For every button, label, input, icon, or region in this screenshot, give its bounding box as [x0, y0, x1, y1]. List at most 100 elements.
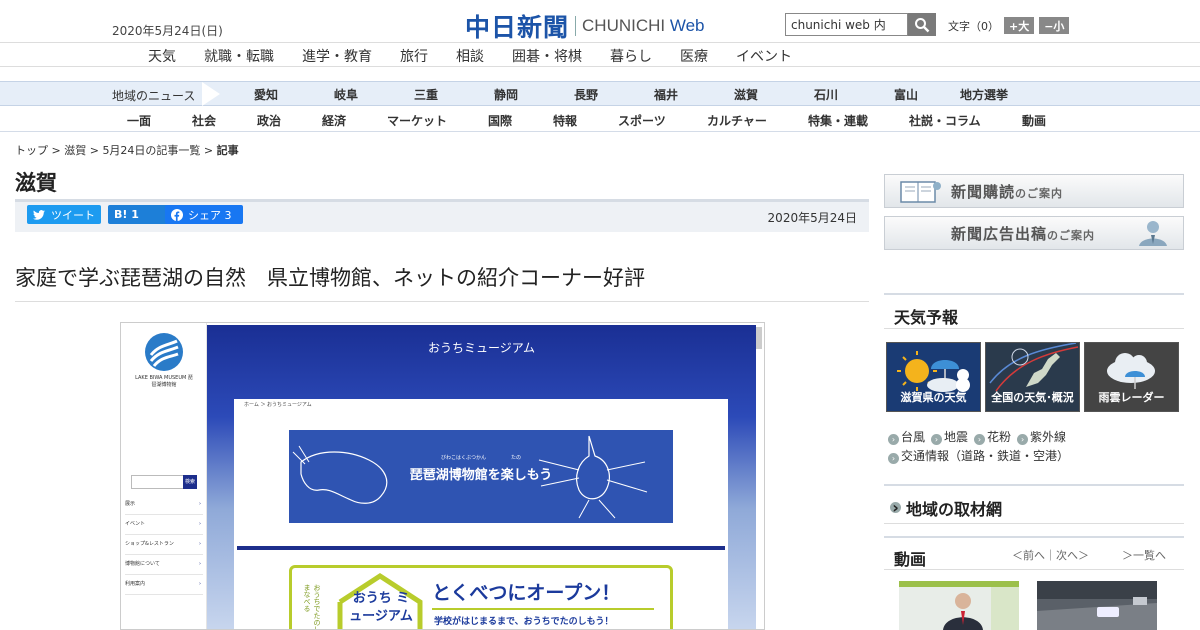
region-nagano[interactable]: 長野 [574, 86, 598, 103]
museum-nav-about: 博物館について › [125, 555, 203, 575]
cat-education[interactable]: 進学・教育 [302, 46, 372, 66]
museum-breadcrumb: ホーム ＞ おうちミュージアム [244, 402, 312, 408]
tile-national-weather[interactable]: 全国の天気･概況 [985, 342, 1080, 412]
tweet-button[interactable]: ツイート [27, 205, 101, 224]
genre-features[interactable]: 特集・連載 [808, 112, 868, 129]
header-date: 2020年5月24日(日) [112, 24, 223, 38]
genre-international[interactable]: 国際 [488, 112, 512, 129]
link-label: 紫外線 [1030, 430, 1067, 444]
weather-section-header: 天気予報 [884, 293, 1184, 329]
cat-advice[interactable]: 相談 [456, 46, 484, 66]
link-uv[interactable]: › 紫外線 [1017, 430, 1067, 445]
link-pollen[interactable]: › 花粉 [974, 430, 1011, 445]
museum-search-button: 検索 [183, 475, 197, 489]
tile-label: 全国の天気･概況 [991, 391, 1074, 404]
region-ishikawa[interactable]: 石川 [814, 86, 838, 103]
hatena-bookmark-button[interactable]: B! 1 [108, 205, 172, 224]
region-bureau-title: 地域の取材網 [906, 500, 1003, 519]
museum-nav-event: イベント › [125, 515, 203, 535]
region-shizuoka[interactable]: 静岡 [494, 86, 518, 103]
link-typhoon[interactable]: › 台風 [888, 430, 926, 445]
region-mie[interactable]: 三重 [414, 86, 438, 103]
link-earthquake[interactable]: › 地震 [931, 430, 969, 445]
card-vertical-text: おうちでたのしくまなべる [303, 584, 321, 630]
businessman-icon [1139, 221, 1167, 246]
video-thumbnail-1[interactable] [899, 581, 1019, 630]
museum-nav-shop: ショップ&レストラン › [125, 535, 203, 555]
cat-travel[interactable]: 旅行 [400, 46, 428, 66]
chevron-right-icon: › [199, 541, 201, 547]
museum-divider-bar [237, 546, 725, 550]
link-traffic[interactable]: › 交通情報（道路・鉄道・空港） [888, 449, 1069, 464]
genre-market[interactable]: マーケット [387, 112, 447, 129]
museum-sidebar: LAKE BIWA MUSEUM 琵琶湖博物館 検索 展示 › イベント › ショッ… [121, 323, 207, 629]
advertising-banner[interactable]: 新聞広告出稿のご案内 [884, 216, 1184, 250]
cat-weather[interactable]: 天気 [148, 46, 176, 66]
genre-culture[interactable]: カルチャー [707, 112, 767, 129]
subscription-main: 新聞購読 [951, 183, 1016, 201]
region-gifu[interactable]: 岐阜 [334, 86, 358, 103]
breadcrumb-date-list[interactable]: 5月24日の記事一覧 [102, 144, 200, 157]
museum-logo-text: LAKE BIWA MUSEUM 琵琶湖博物館 [135, 375, 193, 388]
cat-jobs[interactable]: 就職・転職 [204, 46, 274, 66]
genre-politics[interactable]: 政治 [257, 112, 281, 129]
banner-title: 琵琶湖博物館を楽しもう [409, 468, 553, 483]
genre-special-report[interactable]: 特報 [553, 112, 577, 129]
cat-events[interactable]: イベント [736, 46, 792, 66]
region-fukui[interactable]: 福井 [654, 86, 678, 103]
facebook-label: シェア 3 [188, 208, 232, 222]
breadcrumb-top[interactable]: トップ [15, 144, 48, 157]
card-subtext: 学校がはじまるまで、おうちでたのしもう！ [434, 617, 614, 627]
cat-living[interactable]: 暮らし [610, 46, 652, 66]
museum-nav-label: イベント [125, 521, 146, 527]
subscription-banner[interactable]: 新聞購読のご案内 [884, 174, 1184, 208]
region-nav-arrow [202, 82, 220, 106]
museum-banner: びわこはくぶつかん たの 琵琶湖博物館を楽しもう [289, 430, 673, 523]
weather-map-icon [989, 343, 1079, 392]
genre-society[interactable]: 社会 [192, 112, 216, 129]
region-aichi[interactable]: 愛知 [254, 86, 278, 103]
logo-chunichi: CHUNICHI [582, 16, 666, 35]
tweet-label: ツイート [51, 208, 95, 222]
video-all-link[interactable]: ＞一覧へ [1122, 547, 1166, 563]
museum-nav-label: ショップ&レストラン [125, 541, 174, 547]
ouchi-museum-card: おうちでたのしくまなべる おうち ミュージアム とくべつにオープン！ 学校がはじ… [289, 565, 673, 630]
breadcrumb-shiga[interactable]: 滋賀 [64, 144, 86, 157]
chevron-right-icon: › [890, 500, 901, 516]
newspaper-reading-icon [900, 181, 941, 203]
breadcrumb-current: 記事 [216, 144, 239, 157]
share-bar: ツイート B! 1 シェア 3 2020年5月24日 [15, 199, 869, 232]
video-section-header: 動画 ＜前へ｜次へ＞ ＞一覧へ [884, 536, 1184, 570]
weather-title: 天気予報 [894, 308, 959, 327]
link-label: 台風 [901, 430, 926, 444]
hatena-label: B! 1 [114, 208, 139, 221]
museum-page-title: おうちミュージアム [428, 341, 535, 355]
article-headline: 家庭で学ぶ琵琶湖の自然 県立博物館、ネットの紹介コーナー好評 [15, 266, 645, 290]
breadcrumb: トップ > 滋賀 > 5月24日の記事一覧 > 記事 [15, 142, 239, 158]
chevron-right-icon: › [888, 434, 899, 445]
genre-front[interactable]: 一面 [127, 112, 151, 129]
facebook-icon [171, 208, 183, 221]
article-image: LAKE BIWA MUSEUM 琵琶湖博物館 検索 展示 › イベント › ショッ… [120, 322, 765, 630]
tile-shiga-weather[interactable]: 滋賀県の天気 [886, 342, 981, 412]
banner-ruby: びわこはくぶつかん たの [440, 455, 521, 461]
facebook-share-button[interactable]: シェア 3 [165, 205, 243, 224]
weather-links: › 台風 › 地震 › 花粉 › 紫外線 › 交通情報（道路・鉄道・空港） [888, 428, 1069, 466]
cat-go-shogi[interactable]: 囲碁・将棋 [512, 46, 582, 66]
link-label: 地震 [944, 430, 969, 444]
tile-label: 滋賀県の天気 [900, 391, 967, 404]
logo-web: Web [669, 16, 705, 35]
region-bureau-section[interactable]: › 地域の取材網 [884, 484, 1184, 524]
museum-nav-label: 展示 [125, 501, 136, 507]
tile-rain-radar[interactable]: 雨雲レーダー [1084, 342, 1179, 412]
genre-sports[interactable]: スポーツ [618, 112, 666, 129]
museum-logo-icon [145, 333, 183, 371]
video-prev-next[interactable]: ＜前へ｜次へ＞ [1012, 547, 1089, 563]
cat-medical[interactable]: 医療 [680, 46, 708, 66]
headline-divider [15, 301, 869, 302]
genre-economy[interactable]: 経済 [322, 112, 346, 129]
site-logo[interactable]: 中日新聞 CHUNICHI Web [465, 8, 705, 44]
video-title: 動画 [894, 550, 927, 569]
video-thumbnail-2[interactable] [1037, 581, 1157, 630]
region-shiga[interactable]: 滋賀 [734, 86, 758, 103]
